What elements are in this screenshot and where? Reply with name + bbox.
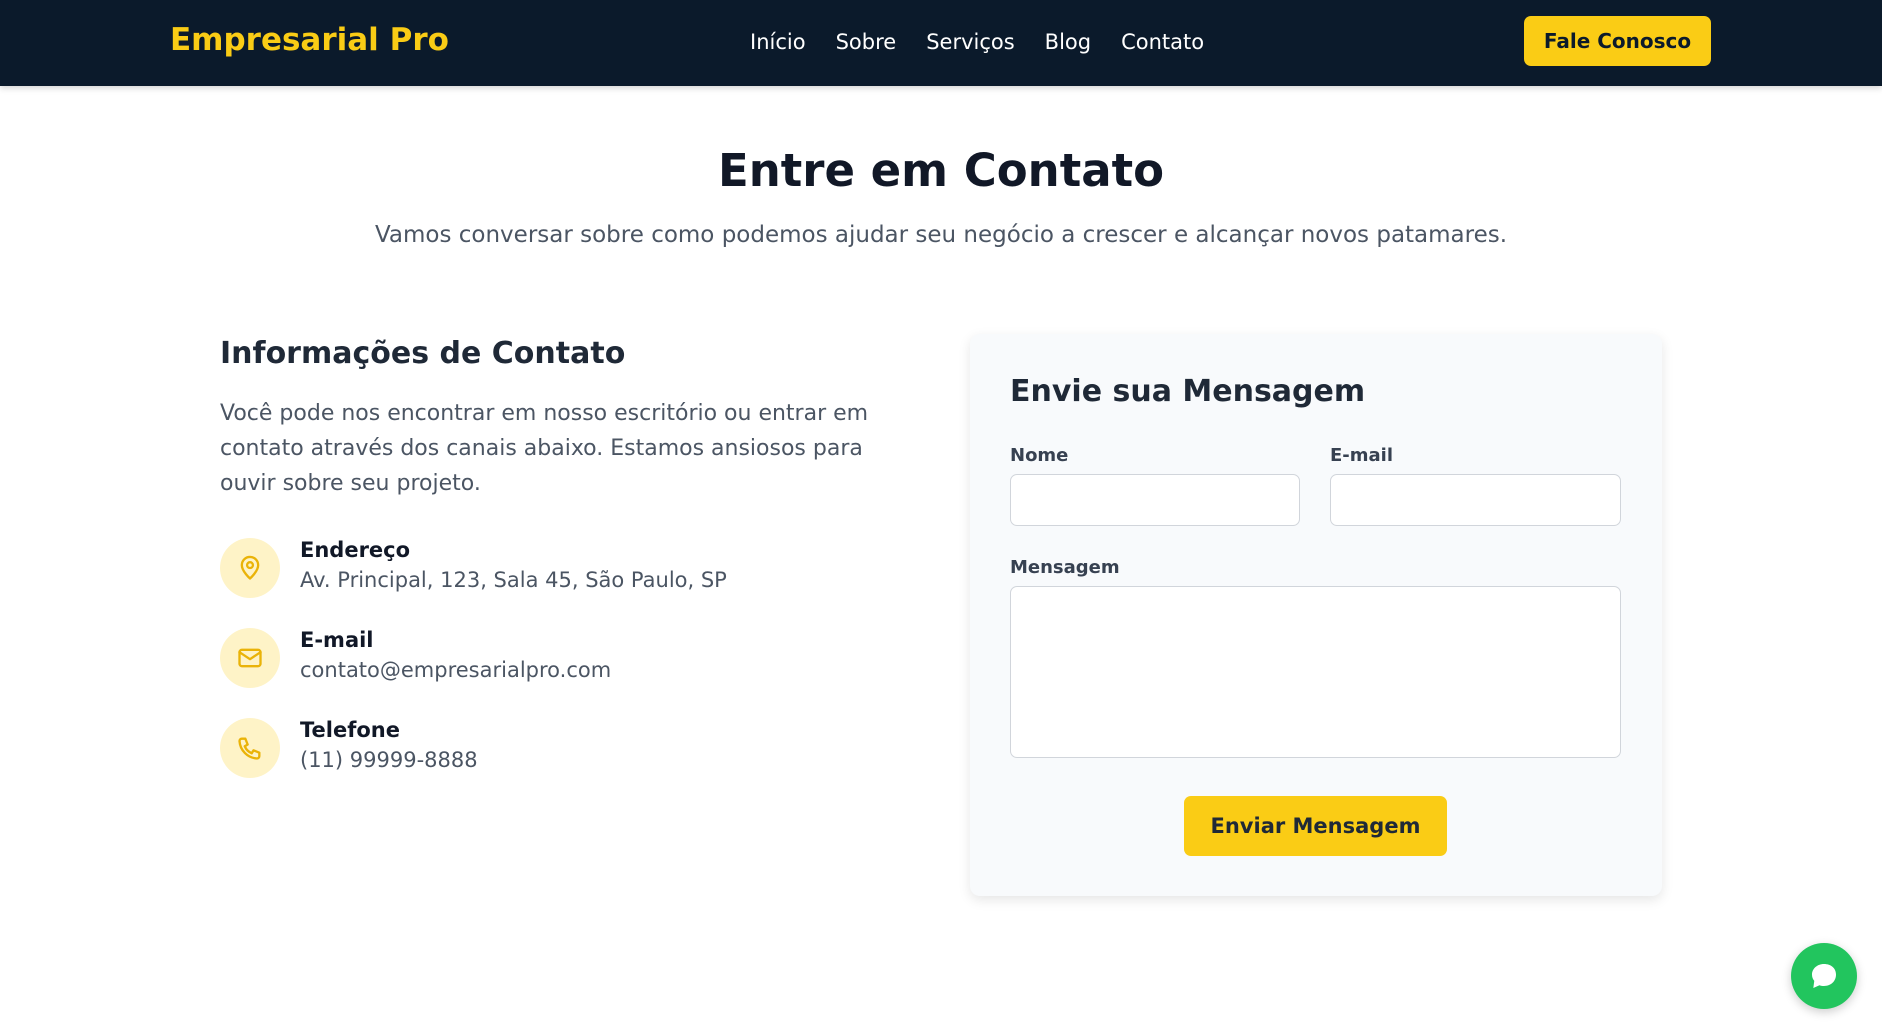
contact-item-address: Endereço Av. Principal, 123, Sala 45, Sã… [220, 538, 820, 600]
map-pin-icon [220, 538, 280, 598]
chat-bubble-icon [1812, 964, 1836, 988]
email-input[interactable] [1330, 474, 1621, 526]
nav-link-sobre[interactable]: Sobre [836, 28, 897, 56]
chat-button[interactable] [1791, 943, 1857, 1009]
phone-icon [220, 718, 280, 778]
main-nav: Início Sobre Serviços Blog Contato [750, 28, 1204, 56]
page-title: Entre em Contato [717, 144, 1165, 197]
contact-item-phone: Telefone (11) 99999-8888 [220, 718, 820, 780]
nav-link-contato[interactable]: Contato [1121, 28, 1204, 56]
message-label: Mensagem [1010, 557, 1120, 578]
contact-item-label: Endereço [300, 538, 411, 562]
mail-icon [220, 628, 280, 688]
logo[interactable]: Empresarial Pro [170, 22, 449, 58]
contact-item-email: E-mail contato@empresarialpro.com [220, 628, 820, 690]
fale-conosco-button[interactable]: Fale Conosco [1524, 16, 1711, 66]
contact-item-value: Av. Principal, 123, Sala 45, São Paulo, … [300, 568, 727, 592]
contact-item-label: E-mail [300, 628, 374, 652]
page-subtitle: Vamos conversar sobre como podemos ajuda… [374, 222, 1508, 248]
contact-item-value[interactable]: (11) 99999-8888 [300, 748, 478, 772]
email-label: E-mail [1330, 445, 1394, 466]
contact-item-label: Telefone [300, 718, 400, 742]
form-title: Envie sua Mensagem [1010, 374, 1366, 409]
name-label: Nome [1010, 445, 1069, 466]
submit-button[interactable]: Enviar Mensagem [1184, 796, 1447, 856]
contact-item-value[interactable]: contato@empresarialpro.com [300, 658, 611, 682]
contact-info-title: Informações de Contato [220, 336, 626, 371]
site-header: Empresarial Pro Início Sobre Serviços Bl… [0, 0, 1882, 86]
contact-info-text: Você pode nos encontrar em nosso escritó… [220, 401, 869, 496]
nav-link-inicio[interactable]: Início [750, 28, 806, 56]
nav-link-servicos[interactable]: Serviços [926, 28, 1014, 56]
contact-form-card: Envie sua Mensagem Nome E-mail Mensagem … [970, 334, 1662, 896]
name-input[interactable] [1010, 474, 1300, 526]
nav-link-blog[interactable]: Blog [1045, 28, 1091, 56]
message-textarea[interactable] [1010, 586, 1621, 758]
